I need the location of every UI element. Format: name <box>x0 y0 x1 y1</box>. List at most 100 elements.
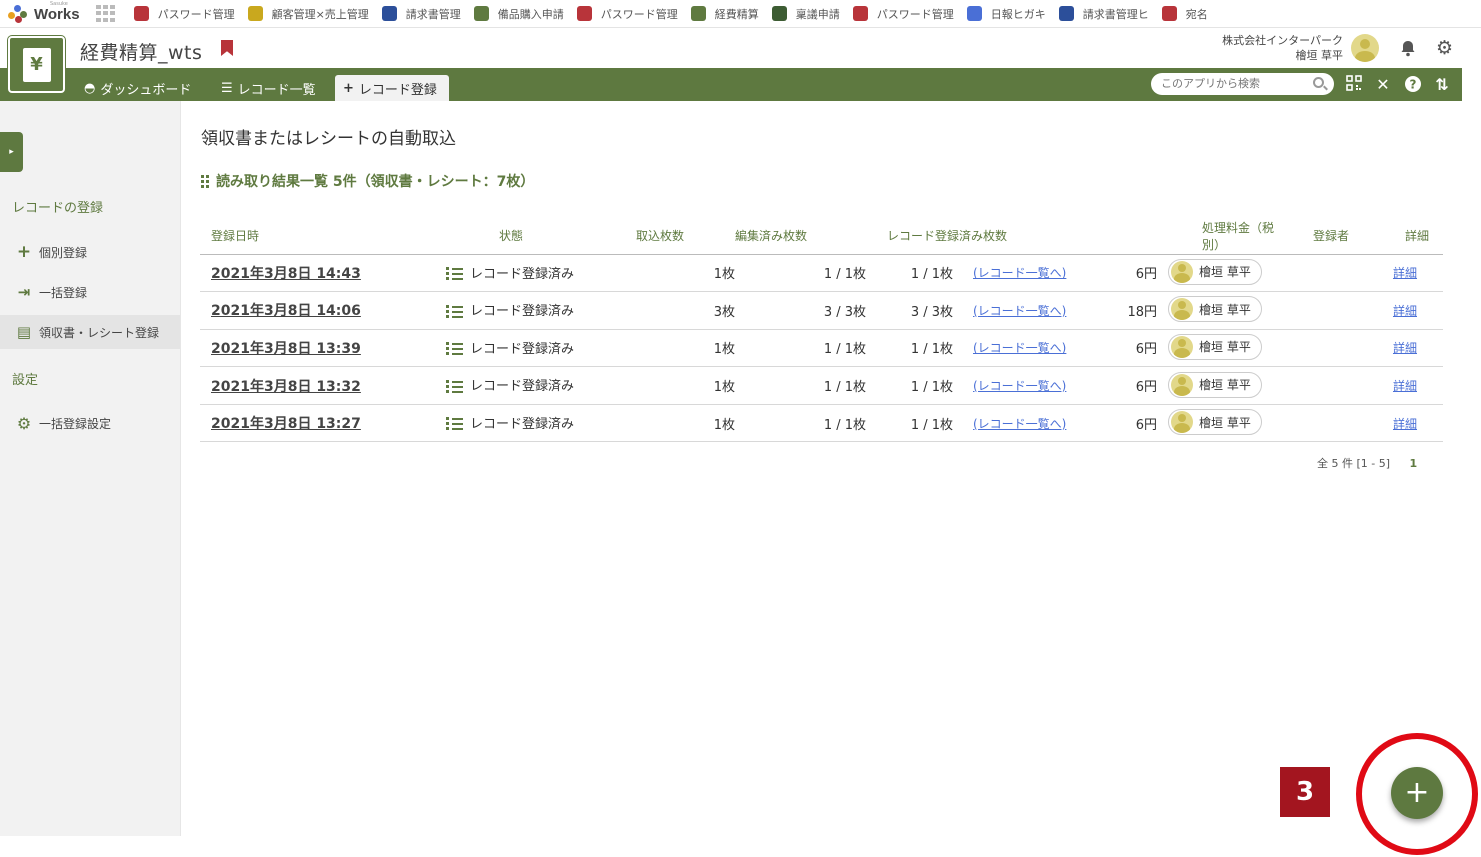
column-header[interactable]: 処理料金（税別） <box>1113 218 1292 255</box>
bookmark-item[interactable]: 顧客管理×売上管理 <box>247 6 369 22</box>
record-date-link[interactable]: 2021年3月8日 13:27 <box>211 416 361 432</box>
detail-link[interactable]: 詳細 <box>1393 341 1417 355</box>
column-header[interactable]: 登録者 <box>1313 229 1349 243</box>
sidebar-item-bulk-settings[interactable]: ⚙ 一括登録設定 <box>0 406 180 440</box>
user-chip[interactable]: 檜垣 草平 <box>1168 333 1262 360</box>
record-date-link[interactable]: 2021年3月8日 14:06 <box>211 303 361 319</box>
help-icon[interactable]: ? <box>1403 75 1423 95</box>
qr-code-icon[interactable] <box>1344 75 1364 95</box>
drag-handle-icon <box>201 174 210 188</box>
bookmark-item[interactable]: パスワード管理 <box>133 6 235 22</box>
logo-dots-icon <box>8 4 30 23</box>
detail-cell: 詳細 <box>1292 404 1443 443</box>
record-list-link[interactable]: (レコード一覧へ) <box>973 417 1066 431</box>
bell-icon[interactable] <box>1399 39 1417 57</box>
sidebar-item-receipt[interactable]: ▤ 領収書・レシート登録 <box>0 315 180 349</box>
user-chip[interactable]: 檜垣 草平 <box>1168 258 1262 285</box>
user-chip[interactable]: 檜垣 草平 <box>1168 409 1262 436</box>
tools-icon[interactable]: ✕ <box>1373 75 1393 95</box>
fee-cell: 6円 <box>1113 404 1157 443</box>
status-cell: レコード登録済み <box>422 254 636 293</box>
status-cell: レコード登録済み <box>422 329 636 368</box>
tab-record-register[interactable]: + レコード登録 <box>335 75 449 101</box>
subtitle-text: 読み取り結果一覧 5件（領収書・レシート：7枚） <box>216 174 535 190</box>
detail-link[interactable]: 詳細 <box>1393 417 1417 431</box>
edited-cell: 1 / 1枚 <box>735 366 866 405</box>
user-cell: 檜垣 草平 <box>1157 329 1292 368</box>
list-icon: ☰ <box>221 80 233 96</box>
app-icon[interactable]: ¥ <box>8 36 65 93</box>
record-list-link[interactable]: (レコード一覧へ) <box>973 304 1066 318</box>
bookmark-item[interactable]: 稟議申請 <box>771 6 840 22</box>
bookmark-label: 備品購入申請 <box>497 7 564 21</box>
tab-record-list[interactable]: ☰ レコード一覧 <box>213 75 324 101</box>
bookmark-label: 稟議申請 <box>795 7 840 21</box>
status-text: レコード登録済み <box>470 266 575 282</box>
table-row: 2021年3月8日 14:43 レコード登録済み 1枚 1 / 1枚 1 / 1枚 (レコ… <box>200 254 1443 293</box>
sidebar-item-individual[interactable]: + 個別登録 <box>0 235 180 269</box>
record-date-link[interactable]: 2021年3月8日 13:39 <box>211 341 361 357</box>
column-header[interactable]: 状態 <box>422 218 636 255</box>
checklist-icon <box>446 415 463 433</box>
sidebar-item-bulk[interactable]: ⇥ 一括登録 <box>0 275 180 309</box>
record-list-link[interactable]: (レコード一覧へ) <box>973 379 1066 393</box>
checklist-icon <box>446 340 463 358</box>
bookmark-item[interactable]: 請求書管理 <box>381 6 461 22</box>
bookmark-label: 宛名 <box>1185 7 1208 21</box>
step-number-badge: 3 <box>1280 767 1330 817</box>
bookmark-label: パスワード管理 <box>876 7 954 21</box>
sidebar-toggle-button[interactable]: ▸ <box>0 132 23 172</box>
edited-cell: 1 / 1枚 <box>735 329 866 368</box>
pager-summary: 全 5 件 [1 - 5] <box>1317 457 1391 470</box>
app-grid-icon[interactable] <box>95 4 116 23</box>
page-number[interactable]: 1 <box>1410 457 1418 470</box>
bookmark-icon[interactable] <box>221 40 233 56</box>
works-logo[interactable]: Sasuke Works <box>8 0 80 28</box>
user-chip[interactable]: 檜垣 草平 <box>1168 296 1262 323</box>
column-header[interactable]: 詳細 <box>1405 227 1429 244</box>
tab-dashboard[interactable]: ◓ ダッシュボード <box>76 75 199 101</box>
table-row: 2021年3月8日 14:06 レコード登録済み 3枚 3 / 3枚 3 / 3枚 (レコ… <box>200 291 1443 330</box>
page-title: 領収書またはレシートの自動取込 <box>201 129 456 149</box>
bookmark-item[interactable]: 請求書管理ヒ <box>1058 6 1149 22</box>
avatar[interactable] <box>1351 34 1379 62</box>
registered-cell: 1 / 1枚 <box>866 254 953 293</box>
bookmark-item[interactable]: パスワード管理 <box>852 6 954 22</box>
search-input[interactable] <box>1151 73 1334 95</box>
add-floating-button[interactable]: + <box>1391 767 1443 819</box>
bookmark-label: 顧客管理×売上管理 <box>271 7 369 21</box>
detail-link[interactable]: 詳細 <box>1393 266 1417 280</box>
column-header[interactable]: 登録日時 <box>200 218 422 255</box>
record-list-link[interactable]: (レコード一覧へ) <box>973 266 1066 280</box>
detail-link[interactable]: 詳細 <box>1393 304 1417 318</box>
user-chip[interactable]: 檜垣 草平 <box>1168 371 1262 398</box>
bookmark-item[interactable]: パスワード管理 <box>576 6 678 22</box>
bookmark-app-icon <box>247 6 263 21</box>
column-header[interactable]: レコード登録済み枚数 <box>866 218 1113 255</box>
column-header-group: 登録者 詳細 <box>1292 218 1443 255</box>
user-name: 檜垣 草平 <box>1199 302 1251 317</box>
date-cell: 2021年3月8日 14:06 <box>200 291 422 330</box>
record-date-link[interactable]: 2021年3月8日 14:43 <box>211 266 361 282</box>
bookmark-item[interactable]: 宛名 <box>1161 6 1208 22</box>
user-name: 檜垣 草平 <box>1199 378 1251 393</box>
bookmark-item[interactable]: 備品購入申請 <box>473 6 564 22</box>
bookmark-label: 日報ヒガキ <box>990 7 1046 21</box>
bookmark-item[interactable]: 経費精算 <box>690 6 759 22</box>
detail-link[interactable]: 詳細 <box>1393 379 1417 393</box>
detail-cell: 詳細 <box>1292 329 1443 368</box>
table-row: 2021年3月8日 13:27 レコード登録済み 1枚 1 / 1枚 1 / 1枚 (レコ… <box>200 404 1443 443</box>
bookmark-label: 請求書管理 <box>405 7 461 21</box>
sidebar-item-label: 領収書・レシート登録 <box>39 325 160 340</box>
record-list-link[interactable]: (レコード一覧へ) <box>973 341 1066 355</box>
column-header[interactable]: 取込枚数 <box>636 218 735 255</box>
results-subtitle: 読み取り結果一覧 5件（領収書・レシート：7枚） <box>201 171 534 191</box>
column-header[interactable]: 編集済み枚数 <box>735 218 866 255</box>
gear-icon[interactable]: ⚙ <box>1436 37 1453 59</box>
count-cell: 1枚 <box>636 366 735 405</box>
plus-icon: + <box>343 80 354 96</box>
search-icon[interactable] <box>1313 77 1324 88</box>
bookmark-item[interactable]: 日報ヒガキ <box>966 6 1046 22</box>
sync-icon[interactable]: ⇅ <box>1432 75 1452 95</box>
record-date-link[interactable]: 2021年3月8日 13:32 <box>211 379 361 395</box>
